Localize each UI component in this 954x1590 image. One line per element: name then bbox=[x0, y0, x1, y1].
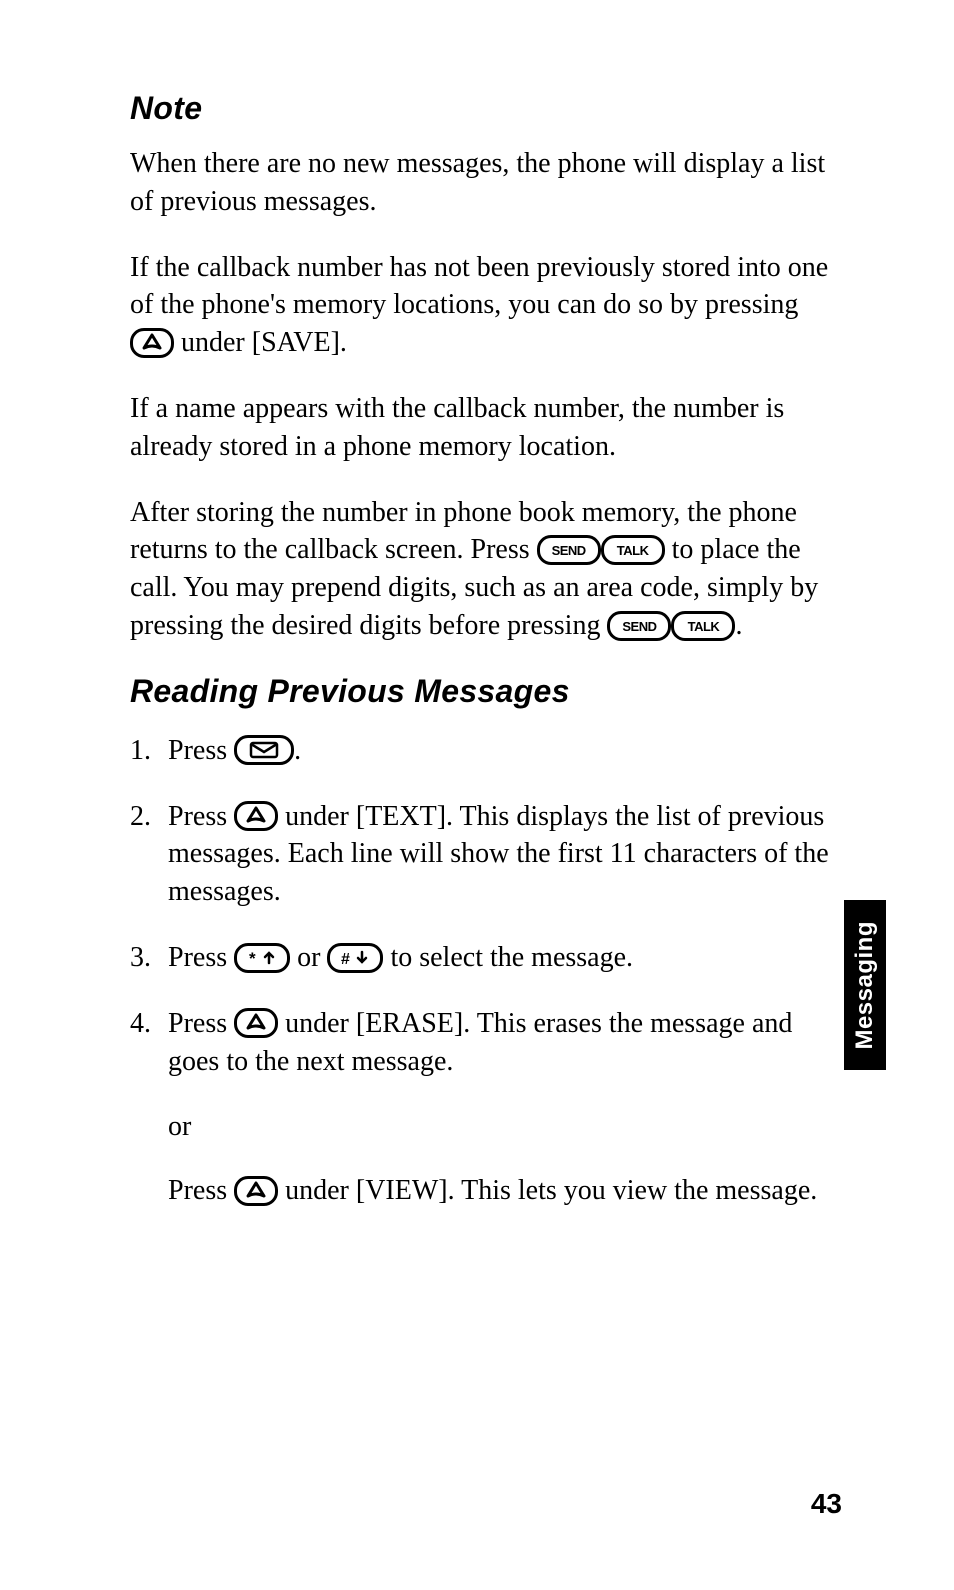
paragraph-1: When there are no new messages, the phon… bbox=[130, 145, 844, 221]
note-heading: Note bbox=[130, 90, 844, 127]
step-4-or: or bbox=[168, 1108, 844, 1146]
p2-text-a: If the callback number has not been prev… bbox=[130, 252, 828, 321]
s3-text-c: to select the message. bbox=[383, 942, 633, 973]
s4-text-a: Press bbox=[168, 1008, 234, 1039]
send-key-icon: SEND bbox=[607, 611, 671, 641]
page-number: 43 bbox=[811, 1488, 842, 1520]
p2-text-b: under [SAVE]. bbox=[174, 327, 347, 358]
s3-text-b: or bbox=[290, 942, 327, 973]
s4-text-d: under [VIEW]. This lets you view the mes… bbox=[278, 1175, 817, 1206]
step-2: Press under [TEXT]. This displays the li… bbox=[130, 798, 844, 911]
svg-text:*: * bbox=[249, 949, 256, 968]
svg-text:#: # bbox=[341, 951, 350, 968]
paragraph-3: If a name appears with the callback numb… bbox=[130, 390, 844, 466]
star-up-key-icon: * bbox=[234, 943, 290, 973]
s4-text-c: Press bbox=[168, 1175, 234, 1206]
paragraph-2: If the callback number has not been prev… bbox=[130, 249, 844, 362]
talk-key-icon: TALK bbox=[601, 535, 665, 565]
paragraph-4: After storing the number in phone book m… bbox=[130, 494, 844, 645]
step-4-alt: Press under [VIEW]. This lets you view t… bbox=[168, 1172, 844, 1210]
s1-text-b: . bbox=[294, 735, 301, 766]
envelope-key-icon bbox=[234, 735, 294, 765]
up-key-icon bbox=[234, 801, 278, 831]
up-key-icon bbox=[234, 1008, 278, 1038]
step-4: Press under [ERASE]. This erases the mes… bbox=[130, 1005, 844, 1081]
p4-text-c: . bbox=[735, 610, 742, 641]
steps-list: Press . Press under [TEXT]. This display… bbox=[130, 732, 844, 1081]
section-tab-label: Messaging bbox=[851, 921, 879, 1050]
up-key-icon bbox=[234, 1176, 278, 1206]
s1-text-a: Press bbox=[168, 735, 234, 766]
step-3: Press * or # to select the message. bbox=[130, 939, 844, 977]
s2-text-a: Press bbox=[168, 801, 234, 832]
section-tab: Messaging bbox=[844, 900, 886, 1070]
step-1: Press . bbox=[130, 732, 844, 770]
hash-down-key-icon: # bbox=[327, 943, 383, 973]
talk-key-icon: TALK bbox=[671, 611, 735, 641]
up-key-icon bbox=[130, 328, 174, 358]
send-key-icon: SEND bbox=[537, 535, 601, 565]
s3-text-a: Press bbox=[168, 942, 234, 973]
section-heading: Reading Previous Messages bbox=[130, 673, 844, 710]
